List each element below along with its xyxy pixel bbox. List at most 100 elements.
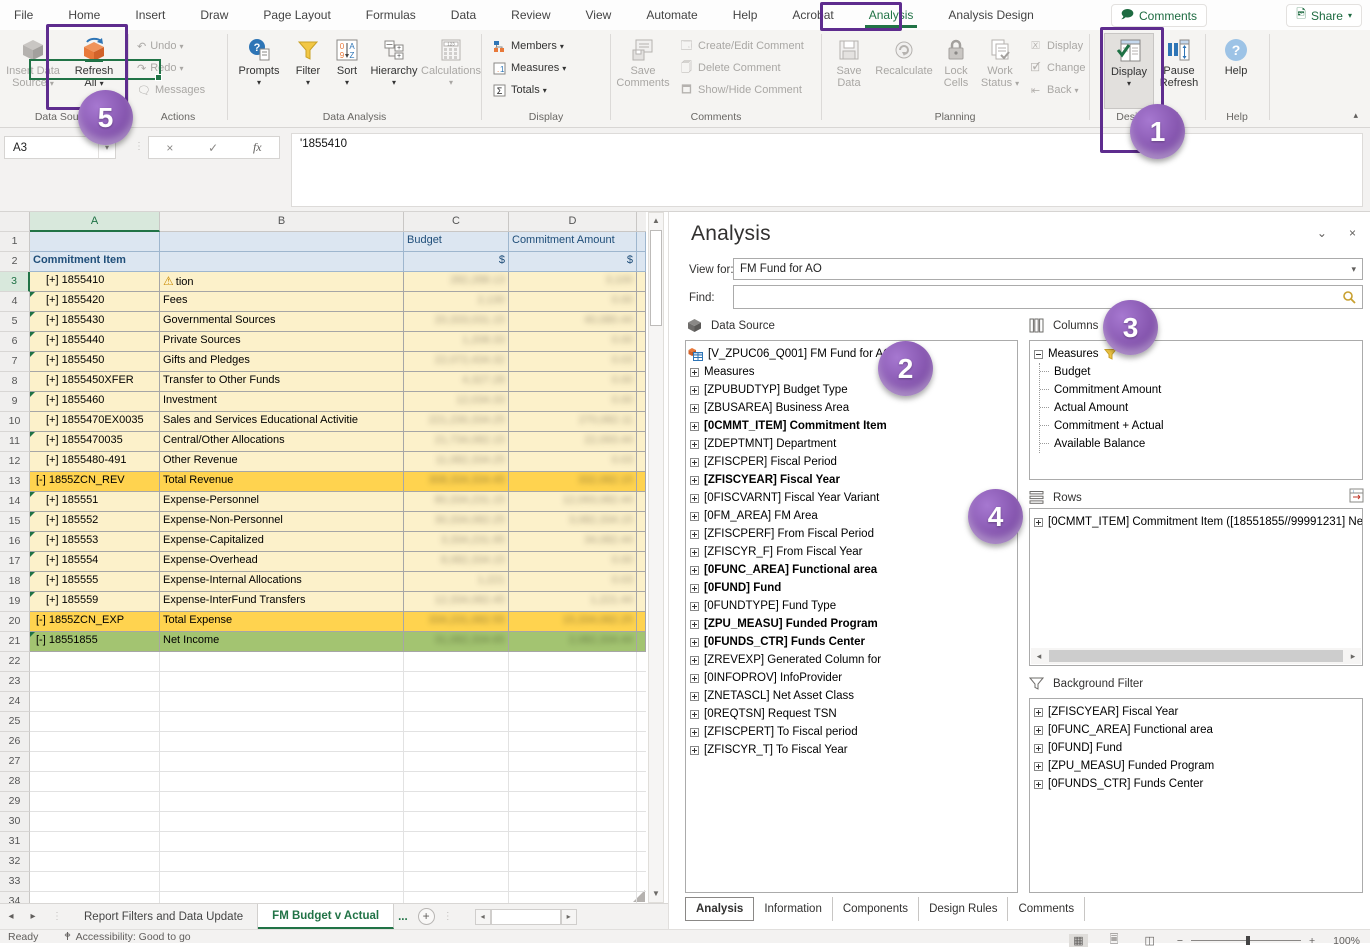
cell-d17[interactable]: 0.00 xyxy=(509,552,637,572)
messages-button[interactable]: 🗨Messages xyxy=(137,82,205,98)
enter-formula-icon[interactable]: ✓ xyxy=(208,141,218,155)
prompts-button[interactable]: ? Prompts xyxy=(234,33,284,89)
display-panel-button[interactable]: Display xyxy=(1104,33,1154,109)
cell-c33[interactable] xyxy=(404,872,509,892)
expand-icon[interactable] xyxy=(690,530,699,539)
cell-b6[interactable]: Private Sources xyxy=(160,332,404,352)
cell-a15[interactable]: [+] 185552 xyxy=(30,512,160,532)
display-planning-button[interactable]: 🗵Display xyxy=(1028,38,1086,54)
scroll-down-icon[interactable]: ▼ xyxy=(649,886,663,902)
cell-d3[interactable]: 3,100 xyxy=(509,272,637,292)
ribbon-tab-insert[interactable]: Insert xyxy=(131,2,169,28)
row-number-2[interactable]: 2 xyxy=(0,252,30,272)
row-number-3[interactable]: 3 xyxy=(0,272,30,292)
cell-d30[interactable] xyxy=(509,812,637,832)
back-button[interactable]: ⇤Back xyxy=(1028,82,1086,98)
data-source-item[interactable]: [ZFISCYR_F] From Fiscal Year xyxy=(688,543,1015,561)
cell-a22[interactable] xyxy=(30,652,160,672)
cell-a24[interactable] xyxy=(30,692,160,712)
cell-d21[interactable]: 2,082,334.44 xyxy=(509,632,637,652)
cell-b21[interactable]: Net Income xyxy=(160,632,404,652)
expand-icon[interactable] xyxy=(690,368,699,377)
cell-a12[interactable]: [+] 1855480-491 xyxy=(30,452,160,472)
row-number-19[interactable]: 19 xyxy=(0,592,30,612)
cell-e12[interactable] xyxy=(637,452,646,472)
ribbon-tab-draw[interactable]: Draw xyxy=(196,2,232,28)
cell-d8[interactable]: 0.00 xyxy=(509,372,637,392)
measures-button[interactable]: .1Measures xyxy=(492,60,566,76)
cell-b14[interactable]: Expense-Personnel xyxy=(160,492,404,512)
data-source-item[interactable]: [ZFISCYR_T] To Fiscal Year xyxy=(688,741,1015,759)
data-source-item[interactable]: [ZDEPTMNT] Department xyxy=(688,435,1015,453)
cell-e22[interactable] xyxy=(637,652,646,672)
ribbon-tab-review[interactable]: Review xyxy=(507,2,554,28)
members-button[interactable]: Members xyxy=(492,38,566,54)
cell-c18[interactable]: 1,221 xyxy=(404,572,509,592)
expand-icon[interactable] xyxy=(690,440,699,449)
row-number-28[interactable]: 28 xyxy=(0,772,30,792)
cell-b7[interactable]: Gifts and Pledges xyxy=(160,352,404,372)
data-source-item[interactable]: [0FISCVARNT] Fiscal Year Variant xyxy=(688,489,1015,507)
background-filter-list[interactable]: [ZFISCYEAR] Fiscal Year[0FUNC_AREA] Func… xyxy=(1029,698,1363,893)
cell-e3[interactable] xyxy=(637,272,646,292)
expand-icon[interactable] xyxy=(690,728,699,737)
cell-c23[interactable] xyxy=(404,672,509,692)
expand-icon[interactable] xyxy=(690,620,699,629)
cell-a26[interactable] xyxy=(30,732,160,752)
cell-e27[interactable] xyxy=(637,752,646,772)
cell-c25[interactable] xyxy=(404,712,509,732)
row-number-6[interactable]: 6 xyxy=(0,332,30,352)
row-number-17[interactable]: 17 xyxy=(0,552,30,572)
cell-e6[interactable] xyxy=(637,332,646,352)
expand-icon[interactable] xyxy=(690,512,699,521)
cell-d9[interactable]: 0.00 xyxy=(509,392,637,412)
data-source-item[interactable]: [0FM_AREA] FM Area xyxy=(688,507,1015,525)
cell-d11[interactable]: 22,093.44 xyxy=(509,432,637,452)
cell-c9[interactable]: 12,034.33 xyxy=(404,392,509,412)
cell-a2[interactable]: Commitment Item xyxy=(30,252,160,272)
grid-horizontal-scrollbar[interactable]: ◂ ▸ xyxy=(475,904,577,929)
ribbon-tab-acrobat[interactable]: Acrobat xyxy=(788,2,837,28)
cell-b1[interactable] xyxy=(160,232,404,252)
cell-d5[interactable]: 40,080.44 xyxy=(509,312,637,332)
cell-a13[interactable]: [-] 1855ZCN_REV xyxy=(30,472,160,492)
ribbon-tab-view[interactable]: View xyxy=(582,2,616,28)
cell-b3[interactable]: ⚠tion xyxy=(160,272,404,292)
expand-icon[interactable] xyxy=(690,476,699,485)
cell-c14[interactable]: 80,334,231.15 xyxy=(404,492,509,512)
columns-measures-item[interactable]: Measures xyxy=(1032,345,1360,363)
rows-item[interactable]: [0CMMT_ITEM] Commitment Item ([18551855/… xyxy=(1032,513,1360,531)
cell-d4[interactable]: 0.00 xyxy=(509,292,637,312)
background-filter-item[interactable]: [0FUNDS_CTR] Funds Center xyxy=(1032,775,1360,793)
expand-icon[interactable] xyxy=(690,566,699,575)
pane-collapse-icon[interactable]: ⌄ xyxy=(1317,226,1327,240)
cell-d10[interactable]: 270,082.11 xyxy=(509,412,637,432)
change-button[interactable]: 🗹Change xyxy=(1028,60,1086,76)
pane-tab-design-rules[interactable]: Design Rules xyxy=(919,897,1008,921)
cell-d31[interactable] xyxy=(509,832,637,852)
cell-e15[interactable] xyxy=(637,512,646,532)
data-source-item[interactable]: [ZPUBUDTYP] Budget Type xyxy=(688,381,1015,399)
sort-button[interactable]: 09AZ Sort xyxy=(328,33,366,89)
columns-measure-item[interactable]: Available Balance xyxy=(1040,435,1360,453)
cell-d27[interactable] xyxy=(509,752,637,772)
expand-icon[interactable] xyxy=(690,422,699,431)
cell-b26[interactable] xyxy=(160,732,404,752)
cell-e29[interactable] xyxy=(637,792,646,812)
row-number-25[interactable]: 25 xyxy=(0,712,30,732)
row-number-14[interactable]: 14 xyxy=(0,492,30,512)
cell-a11[interactable]: [+] 1855470035 xyxy=(30,432,160,452)
data-source-list[interactable]: [V_ZPUC06_Q001] FM Fund for AOMeasures[Z… xyxy=(685,340,1018,893)
cell-e24[interactable] xyxy=(637,692,646,712)
cell-b24[interactable] xyxy=(160,692,404,712)
calculations-button[interactable]: 123 Calculations xyxy=(422,33,480,89)
cell-c2[interactable]: $ xyxy=(404,252,509,272)
cell-d13[interactable]: 332,082.15 xyxy=(509,472,637,492)
data-source-item[interactable]: [ZPU_MEASU] Funded Program xyxy=(688,615,1015,633)
lock-cells-button[interactable]: Lock Cells xyxy=(936,33,976,89)
cell-d34[interactable] xyxy=(509,892,637,903)
data-source-item[interactable]: [ZBUSAREA] Business Area xyxy=(688,399,1015,417)
cell-d15[interactable]: 3,082,334.15 xyxy=(509,512,637,532)
ribbon-tab-help[interactable]: Help xyxy=(729,2,762,28)
cell-c10[interactable]: 221,230,334.25 xyxy=(404,412,509,432)
